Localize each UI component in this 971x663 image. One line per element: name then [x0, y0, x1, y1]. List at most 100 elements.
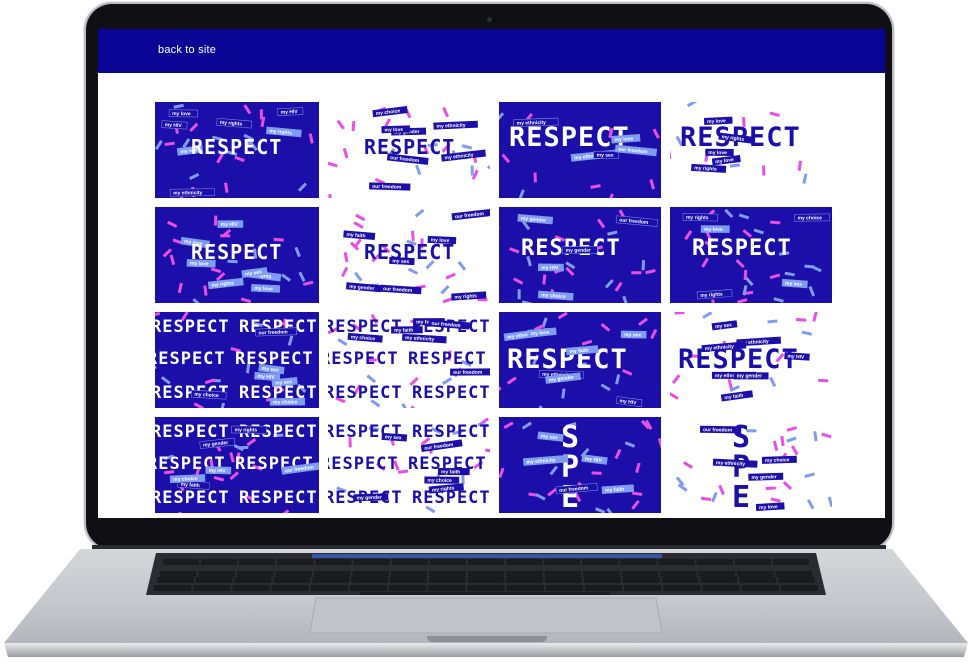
confetti-shape [724, 208, 734, 219]
key[interactable] [353, 559, 390, 565]
key[interactable] [660, 571, 697, 577]
design-tile[interactable]: our freedommy ethnicitymy ethnicitymy ge… [328, 102, 490, 198]
key[interactable] [545, 577, 582, 583]
key[interactable] [313, 571, 351, 577]
key[interactable] [429, 559, 466, 565]
key[interactable] [584, 585, 623, 591]
key[interactable] [545, 585, 583, 591]
key[interactable] [273, 577, 311, 583]
key[interactable] [352, 571, 389, 577]
design-gallery: my HIV my ethnicity my rights my HIV my righ… [155, 102, 833, 518]
key[interactable] [506, 585, 544, 591]
key[interactable] [506, 559, 543, 565]
key[interactable] [232, 585, 270, 591]
design-tile[interactable]: S P Eour freedom my gender my ethnicity my lo… [670, 417, 832, 513]
key[interactable] [506, 571, 543, 577]
key[interactable] [160, 571, 197, 577]
design-tile[interactable]: RESPECTmy lovemy rightsmy rightsmy lovem… [670, 102, 832, 198]
key[interactable] [544, 559, 581, 565]
key[interactable] [154, 585, 192, 591]
key[interactable] [157, 577, 194, 583]
key[interactable] [620, 559, 657, 565]
key[interactable] [467, 559, 504, 565]
design-tile[interactable]: RESPECT my faith my ethnicity my sex my ethn… [670, 312, 832, 408]
key[interactable] [663, 585, 701, 591]
key[interactable] [506, 577, 544, 583]
key[interactable] [391, 559, 428, 565]
svg-text:my sex: my sex [624, 332, 641, 338]
design-tile[interactable]: RESPECT my ethnicity my sex my ethnicity our… [499, 102, 661, 198]
key[interactable] [428, 577, 466, 583]
key[interactable] [467, 577, 505, 583]
key[interactable] [582, 559, 619, 565]
key[interactable] [700, 577, 738, 583]
key[interactable] [429, 571, 466, 577]
key[interactable] [658, 559, 695, 565]
key[interactable] [734, 559, 771, 565]
confetti-shape [499, 386, 502, 396]
confetti-shape [342, 147, 349, 159]
key[interactable] [778, 577, 815, 583]
key[interactable] [780, 585, 818, 591]
key[interactable] [621, 571, 659, 577]
key[interactable] [775, 571, 813, 577]
key[interactable] [277, 559, 314, 565]
key[interactable] [741, 585, 779, 591]
trackpad[interactable] [309, 597, 663, 634]
confetti-shape [632, 491, 643, 496]
design-tile[interactable]: my HIV my ethnicity my rights my HIV my righ… [155, 102, 319, 198]
label-tag: my rights [691, 163, 727, 173]
key[interactable] [584, 577, 621, 583]
key[interactable] [696, 559, 733, 565]
key[interactable] [310, 585, 348, 591]
respect-word: RESPECT [328, 383, 403, 403]
back-to-site-link[interactable]: back to site [158, 44, 216, 56]
key[interactable] [544, 571, 582, 577]
key[interactable] [389, 585, 427, 591]
key[interactable] [467, 585, 505, 591]
key[interactable] [467, 571, 505, 577]
key[interactable] [275, 571, 312, 577]
key[interactable] [271, 585, 309, 591]
svg-text:my rights: my rights [235, 427, 258, 433]
key[interactable] [702, 585, 740, 591]
design-tile[interactable]: RESPECTRESPECTRESPECTRESPECTRESPECTRESPE… [155, 417, 319, 513]
key[interactable] [661, 577, 699, 583]
key[interactable] [349, 585, 388, 591]
key[interactable] [389, 577, 427, 583]
design-tile[interactable]: RESPECTmy genderour freedommy gendermy c… [499, 207, 661, 303]
design-tile[interactable]: RESPECTRESPECTRESPECTRESPECTRESPECTRESPE… [328, 312, 490, 408]
key[interactable] [739, 577, 777, 583]
key[interactable] [315, 559, 352, 565]
key[interactable] [195, 577, 233, 583]
key[interactable] [163, 559, 200, 565]
confetti-shape [337, 338, 348, 347]
key[interactable] [624, 585, 662, 591]
design-tile[interactable]: our freedom our freedom my rights my love my… [328, 207, 490, 303]
design-tile[interactable]: RESPECT my sex my choice my rights my rights… [670, 207, 832, 303]
svg-text:my gender: my gender [566, 248, 591, 254]
key[interactable] [390, 571, 428, 577]
key[interactable] [351, 577, 388, 583]
key[interactable] [234, 577, 272, 583]
confetti-shape [155, 299, 156, 303]
design-tile[interactable]: RESPECTRESPECTRESPECTRESPECTRESPECTRESPE… [328, 417, 490, 513]
spacebar[interactable] [360, 592, 610, 595]
key[interactable] [583, 571, 620, 577]
design-tile[interactable]: my rights my love my love my love my HIV my r… [155, 207, 319, 303]
key[interactable] [772, 559, 809, 565]
key[interactable] [198, 571, 236, 577]
key[interactable] [428, 585, 466, 591]
key[interactable] [201, 559, 238, 565]
label-tag: my love [705, 148, 734, 156]
key[interactable] [193, 585, 231, 591]
key[interactable] [737, 571, 774, 577]
key[interactable] [622, 577, 660, 583]
design-tile[interactable]: RESPECTRESPECTRESPECTRESPECTRESPECTRESPE… [155, 312, 319, 408]
key[interactable] [312, 577, 350, 583]
key[interactable] [698, 571, 736, 577]
design-tile[interactable]: S P Emy sex our freedom my faith my ethnicity… [499, 417, 661, 513]
key[interactable] [239, 559, 276, 565]
design-tile[interactable]: RESPECTmy ethnicitymy faithmy ethnicitym… [499, 312, 661, 408]
key[interactable] [236, 571, 274, 577]
